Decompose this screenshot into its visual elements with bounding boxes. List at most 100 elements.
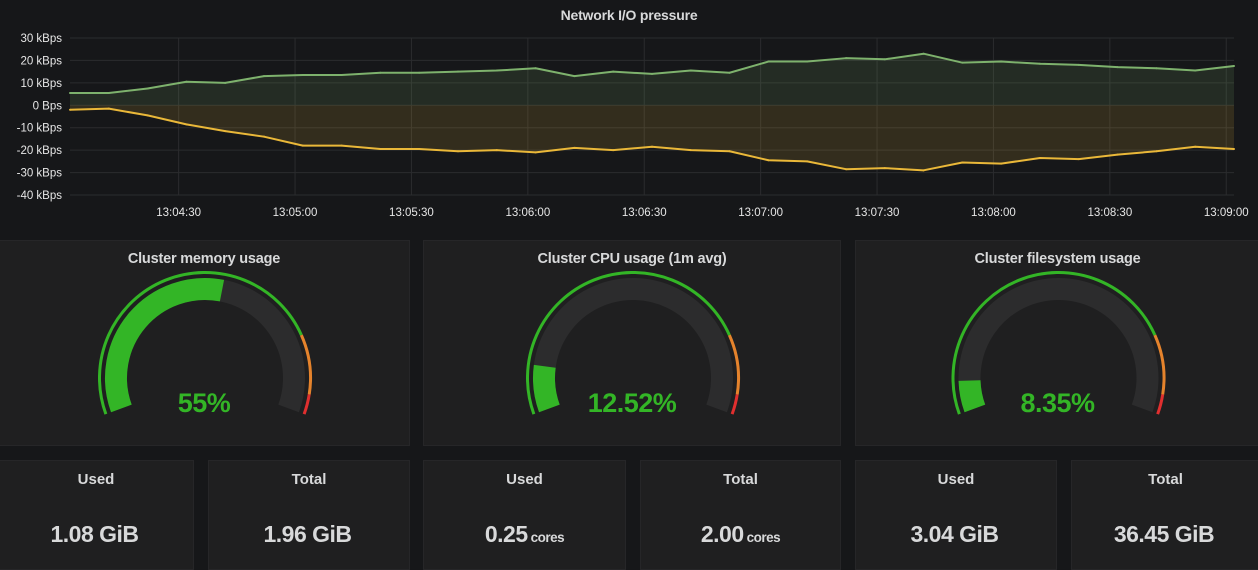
series-point bbox=[806, 60, 809, 63]
stat-label: Total bbox=[1148, 471, 1183, 488]
network-io-chart[interactable]: 30 kBps 20 kBps 10 kBps 0 Bps -10 kBps -20 kB… bbox=[0, 0, 1258, 228]
series-point bbox=[767, 159, 770, 162]
x-tick-label: 13:09:00 bbox=[1204, 207, 1249, 219]
y-tick-label: -40 kBps bbox=[17, 190, 63, 202]
stat-value: 2.00 cores bbox=[700, 521, 781, 547]
x-tick-label: 13:08:00 bbox=[971, 207, 1016, 219]
series-point bbox=[806, 160, 809, 163]
series-point bbox=[263, 135, 265, 138]
series-point bbox=[689, 149, 692, 152]
stat-panel-memory-used: Used 1.08 GiB bbox=[0, 460, 194, 570]
series-point bbox=[146, 87, 149, 90]
series-point bbox=[146, 114, 149, 117]
series-point bbox=[1077, 158, 1080, 161]
series-point bbox=[1233, 65, 1235, 68]
series-point bbox=[689, 69, 692, 72]
stat-value: 1.96 GiB bbox=[263, 521, 352, 547]
x-tick-label: 13:08:30 bbox=[1087, 207, 1132, 219]
series-point bbox=[961, 161, 964, 164]
network-io-title: Network I/O pressure bbox=[560, 7, 698, 23]
series-point bbox=[185, 123, 188, 126]
series-point bbox=[1116, 153, 1119, 156]
series-point bbox=[534, 151, 537, 154]
gauge-panel-filesystem: Cluster filesystem usage 8.35% bbox=[855, 240, 1258, 446]
stat-label: Total bbox=[723, 471, 758, 488]
series-point bbox=[379, 148, 382, 151]
series-point bbox=[728, 71, 731, 74]
series-point bbox=[301, 144, 304, 147]
stat-value: 1.08 GiB bbox=[50, 521, 139, 547]
series-point bbox=[1194, 145, 1197, 148]
series-point bbox=[573, 146, 576, 149]
gauge-panel-memory: Cluster memory usage 55% bbox=[0, 240, 410, 446]
series-point bbox=[1194, 69, 1197, 72]
series-point bbox=[1039, 62, 1041, 65]
series-area bbox=[70, 105, 1234, 171]
stat-label: Used bbox=[506, 471, 543, 488]
series-point bbox=[651, 72, 653, 75]
series-point bbox=[457, 70, 459, 73]
x-tick-label: 13:07:00 bbox=[738, 207, 783, 219]
series-point bbox=[651, 145, 653, 148]
series-point bbox=[883, 167, 886, 170]
series-point bbox=[340, 144, 343, 147]
series-point bbox=[922, 169, 925, 172]
stat-panel-memory-total: Total 1.96 GiB bbox=[208, 460, 410, 570]
series-point bbox=[495, 149, 498, 152]
series-point bbox=[1233, 148, 1235, 151]
series-point bbox=[1155, 67, 1158, 70]
stat-panel-fs-total: Total 36.45 GiB bbox=[1071, 460, 1258, 570]
series-point bbox=[612, 149, 615, 152]
x-tick-label: 13:05:00 bbox=[273, 207, 318, 219]
y-tick-label: -30 kBps bbox=[17, 168, 63, 180]
series-point bbox=[1039, 156, 1041, 159]
series-point bbox=[728, 150, 731, 153]
series-point bbox=[845, 57, 847, 60]
y-tick-label: 30 kBps bbox=[20, 33, 62, 45]
stat-panel-fs-used: Used 3.04 GiB bbox=[855, 460, 1057, 570]
y-tick-label: 10 kBps bbox=[20, 78, 62, 90]
x-tick-label: 13:06:00 bbox=[505, 207, 550, 219]
network-io-panel: 30 kBps 20 kBps 10 kBps 0 Bps -10 kBps -20 kB… bbox=[0, 0, 1258, 228]
series-point bbox=[107, 107, 110, 110]
x-tick-label: 13:07:30 bbox=[855, 207, 900, 219]
series-point bbox=[961, 61, 964, 64]
series-point bbox=[573, 75, 576, 78]
series-point bbox=[495, 69, 498, 72]
y-tick-label: -10 kBps bbox=[17, 123, 63, 135]
gauge-value: 55% bbox=[177, 388, 231, 418]
y-tick-label: 0 Bps bbox=[33, 100, 63, 112]
series-point bbox=[107, 91, 110, 94]
series-point bbox=[224, 130, 227, 133]
series-point bbox=[1000, 60, 1003, 63]
series-point bbox=[418, 148, 421, 151]
series-point bbox=[263, 75, 265, 78]
series-point bbox=[1000, 162, 1003, 165]
stat-value: 3.04 GiB bbox=[910, 521, 999, 547]
series-point bbox=[379, 71, 382, 74]
series-point bbox=[1077, 63, 1080, 66]
y-tick-label: 20 kBps bbox=[20, 55, 62, 67]
gauge-value: 12.52% bbox=[587, 388, 677, 418]
series-point bbox=[534, 67, 537, 70]
x-tick-label: 13:05:30 bbox=[389, 207, 434, 219]
series-point bbox=[612, 70, 615, 73]
series-point bbox=[301, 74, 304, 77]
series-point bbox=[1155, 150, 1158, 153]
stat-value: 0.25 cores bbox=[484, 521, 565, 547]
series-point bbox=[883, 58, 886, 61]
series-point bbox=[340, 74, 343, 77]
gauge-panel-cpu: Cluster CPU usage (1m avg) 12.52% bbox=[423, 240, 841, 446]
series-point bbox=[69, 91, 71, 94]
gauge-value: 8.35% bbox=[1020, 388, 1095, 418]
y-tick-label: -20 kBps bbox=[17, 145, 63, 157]
series-point bbox=[418, 71, 421, 74]
stat-panel-cpu-total: Total 2.00 cores bbox=[640, 460, 841, 570]
series-point bbox=[845, 168, 847, 171]
series-point bbox=[224, 81, 227, 84]
stat-value: 36.45 GiB bbox=[1113, 521, 1215, 547]
series-point bbox=[457, 150, 459, 153]
series-point bbox=[69, 108, 71, 111]
stat-label: Used bbox=[937, 471, 975, 488]
x-tick-label: 13:06:30 bbox=[622, 207, 667, 219]
